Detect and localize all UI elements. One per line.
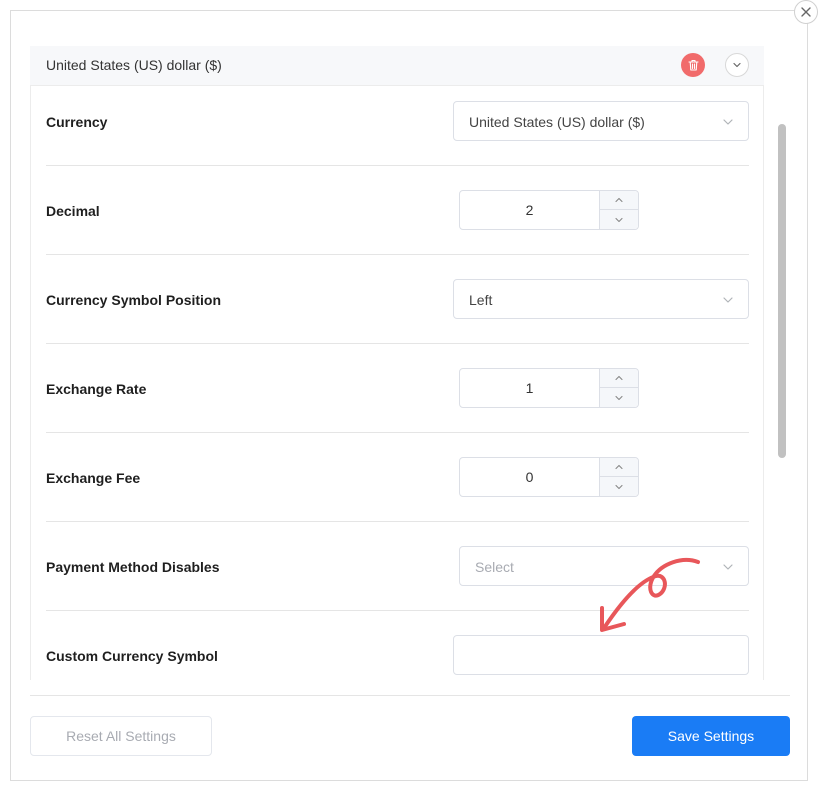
currency-panel-body: Currency United States (US) dollar ($) D… [30, 86, 764, 680]
row-divider [46, 254, 749, 255]
symbol-position-row: Currency Symbol Position Left [46, 264, 749, 353]
currency-select[interactable]: United States (US) dollar ($) [453, 101, 749, 141]
exchange-fee-input[interactable]: 0 [460, 458, 599, 496]
exchange-rate-stepper[interactable]: 1 [459, 368, 639, 408]
close-icon [801, 7, 811, 17]
row-divider [46, 521, 749, 522]
custom-symbol-input[interactable] [453, 635, 749, 675]
payment-method-row: Payment Method Disables Select [46, 531, 749, 620]
delete-currency-button[interactable] [681, 53, 705, 77]
decimal-input[interactable]: 2 [460, 191, 599, 229]
exchange-fee-decrease-button[interactable] [599, 477, 638, 496]
exchange-fee-stepper[interactable]: 0 [459, 457, 639, 497]
row-divider [46, 432, 749, 433]
chevron-down-icon [615, 484, 623, 489]
decimal-increase-button[interactable] [599, 191, 638, 210]
save-settings-button[interactable]: Save Settings [632, 716, 790, 756]
currency-panel-header[interactable]: United States (US) dollar ($) [30, 46, 764, 86]
scrollbar-thumb[interactable] [778, 124, 786, 458]
custom-symbol-label: Custom Currency Symbol [46, 648, 218, 664]
payment-method-label: Payment Method Disables [46, 559, 220, 575]
row-divider [46, 610, 749, 611]
panel-title: United States (US) dollar ($) [46, 57, 222, 73]
chevron-down-icon [733, 62, 741, 68]
row-divider [46, 343, 749, 344]
chevron-up-icon [615, 375, 623, 381]
decimal-row: Decimal 2 [46, 175, 749, 264]
chevron-down-icon [615, 217, 623, 222]
exchange-fee-row: Exchange Fee 0 [46, 442, 749, 531]
exchange-rate-decrease-button[interactable] [599, 388, 638, 407]
close-button[interactable] [794, 0, 818, 24]
reset-all-settings-button[interactable]: Reset All Settings [30, 716, 212, 756]
symbol-position-select[interactable]: Left [453, 279, 749, 319]
symbol-position-select-value: Left [469, 292, 493, 308]
decimal-decrease-button[interactable] [599, 210, 638, 229]
payment-method-placeholder: Select [475, 559, 514, 575]
symbol-position-label: Currency Symbol Position [46, 292, 222, 308]
payment-method-select[interactable]: Select [459, 546, 749, 586]
currency-select-value: United States (US) dollar ($) [469, 114, 645, 130]
currency-row: Currency United States (US) dollar ($) [46, 86, 749, 175]
decimal-label: Decimal [46, 203, 100, 219]
exchange-rate-increase-button[interactable] [599, 369, 638, 388]
chevron-down-icon [615, 395, 623, 400]
chevron-up-icon [615, 464, 623, 470]
chevron-down-icon [723, 119, 733, 125]
exchange-fee-label: Exchange Fee [46, 470, 141, 486]
chevron-down-icon [723, 297, 733, 303]
row-divider [46, 165, 749, 166]
exchange-rate-label: Exchange Rate [46, 381, 147, 397]
exchange-fee-increase-button[interactable] [599, 458, 638, 477]
exchange-rate-row: Exchange Rate 1 [46, 353, 749, 442]
decimal-stepper[interactable]: 2 [459, 190, 639, 230]
footer-divider [30, 695, 790, 696]
trash-icon [687, 59, 699, 71]
settings-scroll-area: United States (US) dollar ($) Currency U… [30, 46, 776, 680]
chevron-down-icon [723, 564, 733, 570]
chevron-up-icon [615, 197, 623, 203]
custom-symbol-row: Custom Currency Symbol [46, 620, 749, 680]
exchange-rate-input[interactable]: 1 [460, 369, 599, 407]
currency-label: Currency [46, 114, 108, 130]
collapse-panel-button[interactable] [725, 53, 749, 77]
